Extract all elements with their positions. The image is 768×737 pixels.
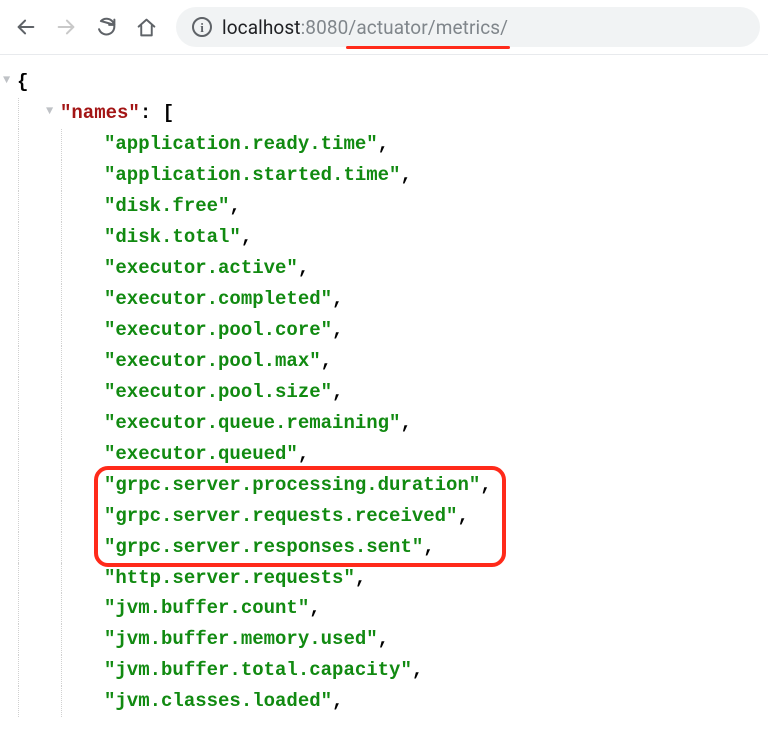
- json-string: "executor.pool.size": [104, 381, 332, 403]
- json-array-item: "application.started.time",: [18, 160, 768, 191]
- json-root-open[interactable]: ▼{: [18, 67, 768, 98]
- json-string: "jvm.classes.loaded": [104, 690, 332, 712]
- json-string: "grpc.server.requests.received": [104, 505, 457, 527]
- json-array-item: "disk.free",: [18, 191, 768, 222]
- json-comma: ,: [321, 350, 332, 372]
- json-viewer: ▼{ ▼"names": [ "application.ready.time",…: [0, 55, 768, 717]
- back-button[interactable]: [8, 9, 44, 45]
- json-string: "application.started.time": [104, 164, 400, 186]
- json-array-item: "jvm.buffer.total.capacity",: [18, 655, 768, 686]
- json-comma: ,: [412, 659, 423, 681]
- json-comma: ,: [332, 690, 343, 712]
- json-comma: ,: [298, 443, 309, 465]
- json-string: "application.ready.time": [104, 133, 378, 155]
- json-comma: ,: [423, 536, 434, 558]
- json-bracket: : [: [140, 102, 174, 124]
- json-array-item: "jvm.buffer.count",: [18, 593, 768, 624]
- json-array-item: "executor.queue.remaining",: [18, 408, 768, 439]
- json-array-item: "executor.queued",: [18, 439, 768, 470]
- json-comma: ,: [298, 257, 309, 279]
- json-comma: ,: [355, 567, 366, 589]
- json-comma: ,: [332, 319, 343, 341]
- json-array-item: "executor.completed",: [18, 284, 768, 315]
- json-array-item: "executor.pool.core",: [18, 315, 768, 346]
- json-array-item: "executor.active",: [18, 253, 768, 284]
- json-key: "names": [60, 102, 140, 124]
- browser-toolbar: i localhost:8080/actuator/metrics/: [0, 0, 768, 54]
- json-brace: {: [17, 71, 28, 93]
- json-comma: ,: [400, 412, 411, 434]
- json-comma: ,: [229, 195, 240, 217]
- json-array-item: "grpc.server.processing.duration",: [18, 470, 768, 501]
- json-array-item: "grpc.server.responses.sent",: [18, 532, 768, 563]
- json-string: "executor.active": [104, 257, 298, 279]
- json-string: "jvm.buffer.total.capacity": [104, 659, 412, 681]
- json-string: "executor.pool.max": [104, 350, 321, 372]
- json-string: "executor.queued": [104, 443, 298, 465]
- forward-button[interactable]: [48, 9, 84, 45]
- json-comma: ,: [480, 474, 491, 496]
- json-comma: ,: [378, 133, 389, 155]
- json-comma: ,: [332, 381, 343, 403]
- json-array-item: "grpc.server.requests.received",: [18, 501, 768, 532]
- url-port: :8080: [301, 16, 349, 39]
- url-text: localhost:8080/actuator/metrics/: [222, 16, 508, 39]
- json-string: "executor.queue.remaining": [104, 412, 400, 434]
- json-array-item: "jvm.buffer.memory.used",: [18, 624, 768, 655]
- json-comma: ,: [400, 164, 411, 186]
- json-comma: ,: [378, 628, 389, 650]
- json-key-names[interactable]: ▼"names": [: [18, 98, 768, 129]
- json-string: "grpc.server.processing.duration": [104, 474, 480, 496]
- json-array-item: "jvm.classes.loaded",: [18, 686, 768, 717]
- url-host: localhost: [222, 16, 301, 39]
- json-string: "http.server.requests": [104, 567, 355, 589]
- reload-button[interactable]: [88, 9, 124, 45]
- json-string: "executor.completed": [104, 288, 332, 310]
- json-array-item: "executor.pool.size",: [18, 377, 768, 408]
- json-array-item: "http.server.requests",: [18, 563, 768, 594]
- json-string: "grpc.server.responses.sent": [104, 536, 423, 558]
- json-array-item: "executor.pool.max",: [18, 346, 768, 377]
- page-content: ▼{ ▼"names": [ "application.ready.time",…: [0, 55, 768, 717]
- chevron-down-icon[interactable]: ▼: [3, 71, 17, 91]
- json-array-item: "disk.total",: [18, 222, 768, 253]
- json-string: "executor.pool.core": [104, 319, 332, 341]
- json-array-item: "application.ready.time",: [18, 129, 768, 160]
- json-comma: ,: [332, 288, 343, 310]
- json-string: "jvm.buffer.memory.used": [104, 628, 378, 650]
- json-comma: ,: [309, 597, 320, 619]
- chevron-down-icon[interactable]: ▼: [46, 102, 60, 122]
- json-string: "jvm.buffer.count": [104, 597, 309, 619]
- json-comma: ,: [241, 226, 252, 248]
- json-array-items: "application.ready.time","application.st…: [18, 129, 768, 717]
- json-string: "disk.free": [104, 195, 229, 217]
- home-button[interactable]: [128, 9, 164, 45]
- json-string: "disk.total": [104, 226, 241, 248]
- json-comma: ,: [457, 505, 468, 527]
- url-path: /actuator/metrics/: [348, 16, 508, 39]
- info-icon[interactable]: i: [192, 17, 212, 37]
- address-bar[interactable]: i localhost:8080/actuator/metrics/: [176, 7, 760, 47]
